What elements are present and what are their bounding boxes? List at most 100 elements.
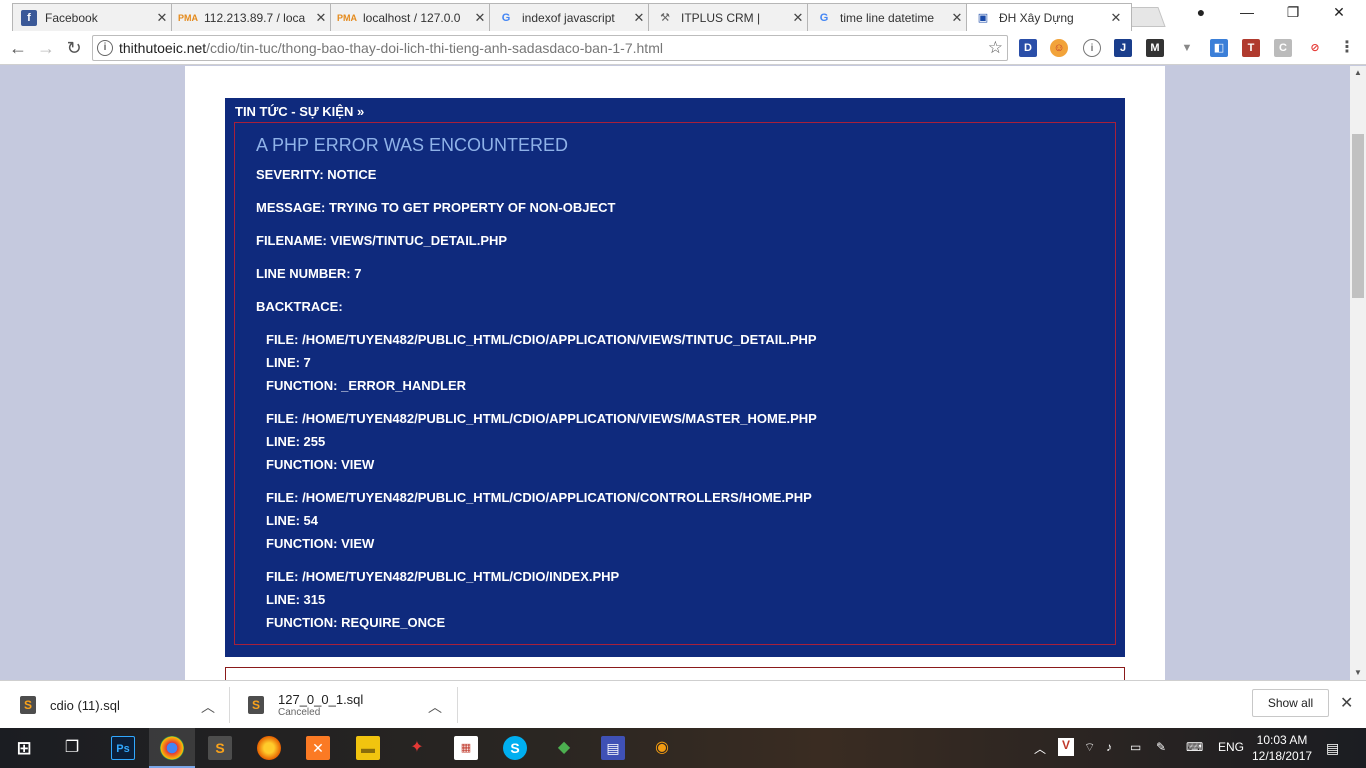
chevron-up-icon[interactable]: ︿ — [428, 697, 442, 717]
backtrace-label: Backtrace: — [256, 299, 343, 314]
windows-taskbar: ⊞ ❐ Ps S ✕ ▬ ✦ ▦ S ◆ ▤ ◉ ︿ V ⌔ ♪ ▭ ✎ ⌨ E… — [0, 728, 1366, 768]
eye-app-icon[interactable]: ◉ — [650, 736, 674, 760]
address-bar[interactable]: i thithutoeic.net/cdio/tin-tuc/thong-bao… — [92, 35, 1008, 61]
extension-off-icon[interactable]: ⊘ — [1306, 39, 1324, 57]
close-icon[interactable]: ✕ — [473, 10, 487, 26]
close-icon[interactable]: ✕ — [791, 10, 805, 26]
download-status: Canceled — [278, 707, 321, 718]
facebook-icon: f — [21, 9, 37, 26]
page-viewport: TIN TỨC - SỰ KIỆN » A PHP Error was enco… — [0, 66, 1350, 680]
url-host: thithutoeic.net — [119, 40, 207, 56]
download-item[interactable]: S cdio (11).sql — [20, 687, 230, 723]
extension-c-icon[interactable]: C — [1274, 39, 1292, 57]
show-all-button[interactable]: Show all — [1252, 689, 1329, 717]
backtrace-line: Line: 7 — [266, 355, 311, 370]
page-body: TIN TỨC - SỰ KIỆN » A PHP Error was enco… — [185, 66, 1165, 680]
garena-icon[interactable]: ✦ — [405, 736, 429, 760]
extension-m-icon[interactable]: M — [1146, 39, 1164, 57]
extension-v-icon[interactable]: ▼ — [1178, 39, 1196, 57]
download-info: 127_0_0_1.sql Canceled — [278, 692, 363, 718]
tab-title: Facebook — [45, 10, 98, 25]
extension-j-icon[interactable]: J — [1114, 39, 1132, 57]
task-view-icon[interactable]: ❐ — [60, 736, 84, 760]
extension-t-icon[interactable]: T — [1242, 39, 1260, 57]
pen-icon[interactable]: ✎ — [1156, 740, 1166, 754]
close-icon[interactable]: ✕ — [950, 10, 964, 26]
backtrace-file: File: /home/tuyen482/public_html/cdio/ap… — [266, 332, 817, 347]
photoshop-icon[interactable]: Ps — [111, 736, 135, 760]
close-icon[interactable]: ✕ — [155, 10, 169, 26]
backtrace-function: Function: view — [266, 457, 375, 472]
back-icon[interactable]: ← — [6, 37, 30, 59]
tab-title: localhost / 127.0.0 — [363, 10, 461, 25]
tab-google-timeline[interactable]: G time line datetime ✕ — [807, 3, 973, 31]
error-message: Message: Trying to get property of non-o… — [256, 200, 616, 215]
git-icon[interactable]: ◆ — [552, 736, 576, 760]
tab-title: ITPLUS CRM | — [681, 10, 761, 25]
extension-info-icon[interactable]: i — [1083, 39, 1101, 57]
tray-expand-icon[interactable]: ︿ — [1034, 740, 1046, 757]
close-icon[interactable]: ✕ — [1109, 10, 1123, 26]
download-item[interactable]: S 127_0_0_1.sql Canceled — [248, 687, 458, 723]
browser-toolbar: ← → ↻ i thithutoeic.net/cdio/tin-tuc/tho… — [0, 31, 1366, 65]
clock-time: 10:03 AM — [1256, 733, 1308, 747]
backtrace-file: File: /home/tuyen482/public_html/cdio/ap… — [266, 411, 817, 426]
chrome-menu-icon[interactable]: ⋮ — [1338, 39, 1356, 57]
keyboard-icon[interactable]: ⌨ — [1186, 740, 1203, 754]
xampp-icon[interactable]: ✕ — [306, 736, 330, 760]
scroll-up-icon[interactable]: ▲ — [1350, 66, 1366, 80]
battery-icon[interactable]: ▭ — [1130, 740, 1141, 754]
tab-phpmyadmin-local[interactable]: PMA localhost / 127.0.0 ✕ — [330, 3, 496, 31]
volume-icon[interactable]: ♪ — [1106, 740, 1112, 754]
site-info-icon[interactable]: i — [97, 40, 113, 56]
google-icon: G — [501, 11, 511, 24]
forward-icon[interactable]: → — [34, 37, 58, 59]
window-close-icon[interactable]: ✕ — [1316, 4, 1362, 21]
backtrace-file: File: /home/tuyen482/public_html/cdio/ap… — [266, 490, 812, 505]
tab-phpmyadmin-remote[interactable]: PMA 112.213.89.7 / loca ✕ — [171, 3, 337, 31]
network-icon[interactable]: ⌔ — [1084, 740, 1095, 755]
backtrace-function: Function: view — [266, 536, 375, 551]
tray-v-icon[interactable]: V — [1058, 738, 1074, 756]
sublime-text-icon[interactable]: S — [208, 736, 232, 760]
scroll-thumb[interactable] — [1352, 134, 1364, 298]
file-explorer-icon[interactable]: ▬ — [356, 736, 380, 760]
profile-icon[interactable]: ● — [1178, 4, 1224, 20]
restore-icon[interactable]: ❐ — [1270, 4, 1316, 21]
chrome-icon[interactable] — [160, 736, 184, 760]
save-disk-icon[interactable]: ▤ — [601, 736, 625, 760]
close-shelf-icon[interactable]: ✕ — [1340, 693, 1353, 713]
tab-itplus-crm[interactable]: ⚒ ITPLUS CRM | ✕ — [648, 3, 814, 31]
download-filename: 127_0_0_1.sql — [278, 692, 364, 707]
php-error-box: A PHP Error was encountered Severity: No… — [234, 122, 1116, 645]
minimize-icon[interactable]: — — [1224, 4, 1270, 20]
extension-d-icon[interactable]: D — [1019, 39, 1037, 57]
system-clock[interactable]: 10:03 AM 12/18/2017 — [1252, 732, 1312, 764]
tab-facebook[interactable]: f Facebook ✕ — [12, 3, 178, 31]
input-language[interactable]: ENG — [1218, 740, 1244, 754]
tab-title: ĐH Xây Dựng — [999, 10, 1074, 25]
firefox-icon[interactable] — [257, 736, 281, 760]
close-icon[interactable]: ✕ — [314, 10, 328, 26]
scroll-down-icon[interactable]: ▼ — [1350, 666, 1366, 680]
tab-google-indexof[interactable]: G indexof javascript ✕ — [489, 3, 655, 31]
backtrace-line: Line: 255 — [266, 434, 326, 449]
tab-dh-xay-dung[interactable]: ▣ ĐH Xây Dựng ✕ — [966, 3, 1132, 31]
bookmark-star-icon[interactable]: ☆ — [988, 38, 1003, 58]
backtrace-function: Function: _error_handler — [266, 378, 467, 393]
backtrace-line: Line: 54 — [266, 513, 319, 528]
chevron-up-icon[interactable]: ︿ — [201, 697, 215, 717]
close-icon[interactable]: ✕ — [632, 10, 646, 26]
app-grid-icon[interactable]: ▦ — [454, 736, 478, 760]
extension-blue-icon[interactable]: ◧ — [1210, 39, 1228, 57]
skype-icon[interactable]: S — [503, 736, 527, 760]
backtrace-line: Line: 315 — [266, 592, 326, 607]
next-content-box — [225, 667, 1125, 680]
page-scrollbar[interactable]: ▲ ▼ — [1350, 66, 1366, 680]
extension-face-icon[interactable]: ☺ — [1050, 39, 1068, 57]
windows-start-icon[interactable]: ⊞ — [12, 736, 36, 760]
notification-center-icon[interactable]: ▤ — [1326, 740, 1339, 757]
news-section-header[interactable]: TIN TỨC - SỰ KIỆN » — [235, 104, 364, 119]
reload-icon[interactable]: ↻ — [62, 37, 86, 59]
backtrace-function: Function: require_once — [266, 615, 446, 630]
